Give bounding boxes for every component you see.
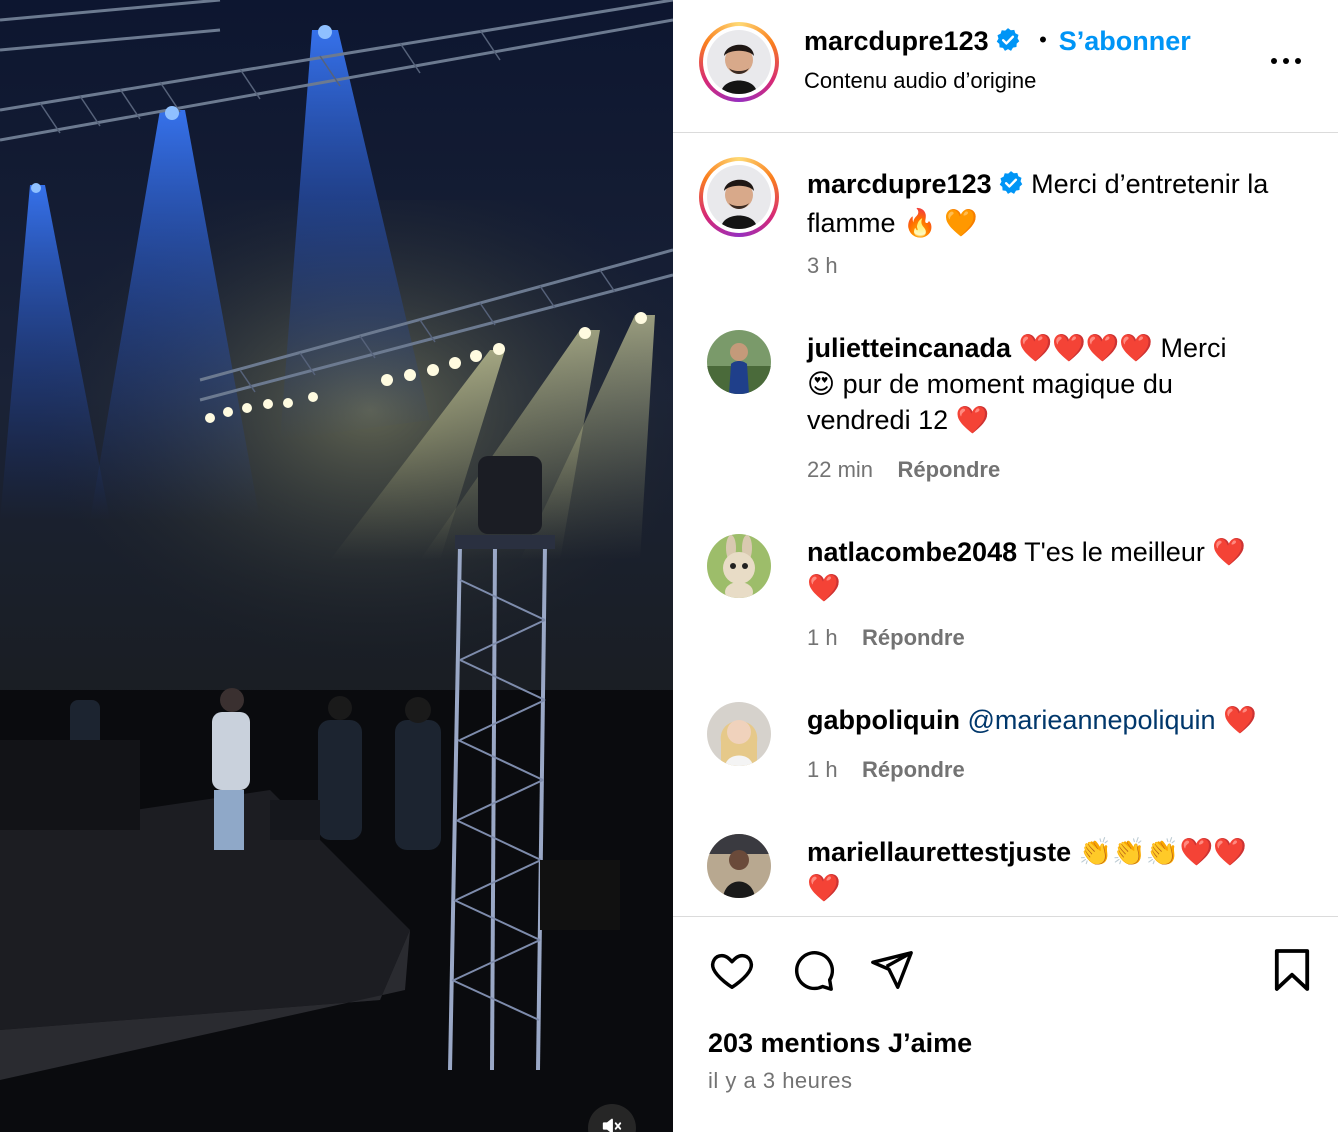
comment-icon[interactable]: [789, 947, 837, 993]
verified-icon: [998, 169, 1024, 205]
avatar: [707, 30, 771, 94]
reply-button[interactable]: Répondre: [898, 457, 1001, 482]
comment-time[interactable]: 22 min: [807, 457, 873, 482]
comment-4: mariellaurettestjuste 👏👏👏❤️❤️ ❤️: [807, 834, 1307, 906]
avatar: [707, 534, 771, 598]
comment-username[interactable]: julietteincanada: [807, 333, 1011, 363]
commenter-avatar[interactable]: [707, 330, 771, 394]
comment-time[interactable]: 1 h: [807, 625, 838, 650]
concert-stage-image: [0, 0, 673, 1132]
header-divider: [673, 132, 1338, 133]
comment-text: T'es le meilleur ❤️: [1024, 537, 1246, 567]
like-count[interactable]: 203 mentions J’aime: [708, 1028, 972, 1059]
share-icon[interactable]: [869, 947, 915, 993]
comment-2: natlacombe2048 T'es le meilleur ❤️ ❤️: [807, 534, 1307, 606]
author-username[interactable]: marcdupre123: [804, 26, 989, 56]
comment-text: ❤️: [807, 873, 841, 903]
bookmark-icon[interactable]: [1273, 947, 1311, 993]
post-header: marcdupre123 • S’abonner Contenu audio d’…: [673, 0, 1338, 132]
comment-username[interactable]: natlacombe2048: [807, 537, 1017, 567]
post-caption: marcdupre123 Merci d’entretenir la flamm…: [807, 166, 1307, 241]
comment-text: ❤️❤️❤️❤️ Merci: [1018, 333, 1227, 363]
comment-username[interactable]: mariellaurettestjuste: [807, 837, 1071, 867]
comment-mention[interactable]: @marieannepoliquin: [968, 705, 1216, 735]
mute-icon: [601, 1115, 623, 1132]
comment-text: ❤️: [1223, 705, 1257, 735]
audio-label[interactable]: Contenu audio d’origine: [804, 68, 1036, 94]
comment-text: ❤️: [807, 573, 841, 603]
comment-time[interactable]: 1 h: [807, 757, 838, 782]
comments-divider: [673, 916, 1338, 917]
post-panel: marcdupre123 • S’abonner Contenu audio d’…: [673, 0, 1338, 1132]
post-timestamp[interactable]: il y a 3 heures: [708, 1068, 852, 1094]
separator-dot: •: [1039, 27, 1047, 52]
verified-icon: [995, 27, 1021, 58]
comment-text: 👏👏👏❤️❤️: [1078, 837, 1247, 867]
post-media[interactable]: [0, 0, 673, 1132]
comment-3: gabpoliquin @marieannepoliquin ❤️: [807, 702, 1307, 738]
follow-button[interactable]: S’abonner: [1059, 26, 1191, 56]
commenter-avatar[interactable]: [707, 534, 771, 598]
comment-1: julietteincanada ❤️❤️❤️❤️ Merci 😍 pur de…: [807, 330, 1307, 438]
comment-text: vendredi 12 ❤️: [807, 405, 990, 435]
author-avatar-header[interactable]: [699, 22, 779, 102]
reply-button[interactable]: Répondre: [862, 757, 965, 782]
avatar: [707, 165, 771, 229]
heart-icon[interactable]: [708, 947, 756, 993]
commenter-avatar[interactable]: [707, 702, 771, 766]
caption-username[interactable]: marcdupre123: [807, 169, 992, 199]
caption-time[interactable]: 3 h: [807, 253, 838, 279]
more-icon[interactable]: [1269, 48, 1303, 79]
avatar: [707, 702, 771, 766]
reply-button[interactable]: Répondre: [862, 625, 965, 650]
avatar: [707, 330, 771, 394]
author-avatar-caption[interactable]: [699, 157, 779, 237]
commenter-avatar[interactable]: [707, 834, 771, 898]
comment-username[interactable]: gabpoliquin: [807, 705, 960, 735]
comment-text: 😍 pur de moment magique du: [807, 369, 1173, 399]
avatar: [707, 834, 771, 898]
